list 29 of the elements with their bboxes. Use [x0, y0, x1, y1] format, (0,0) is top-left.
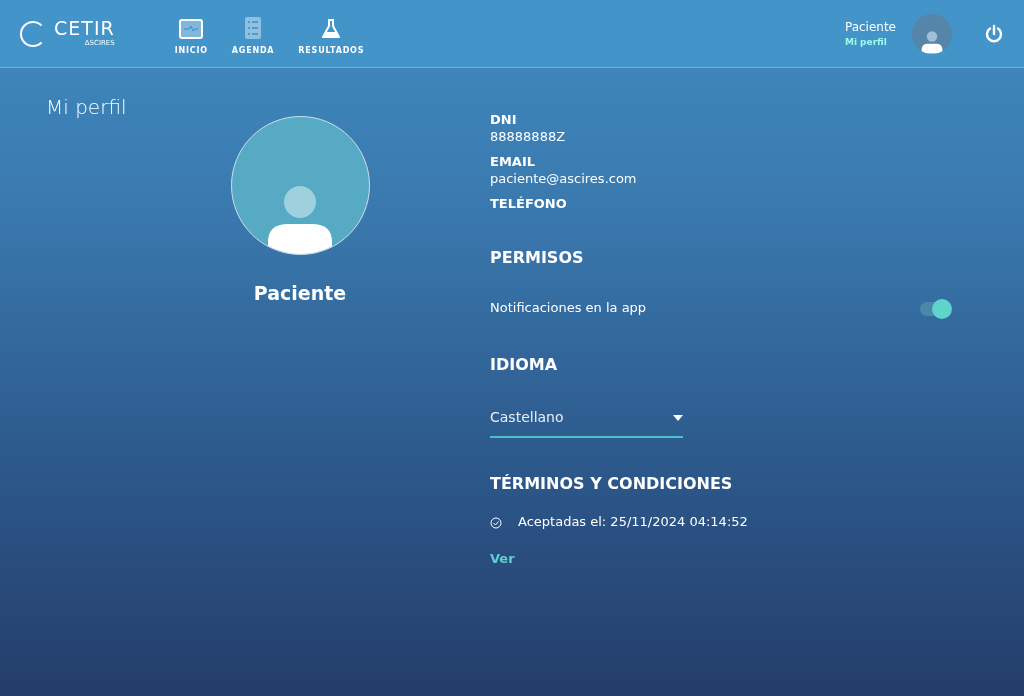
logo-name: CETIR	[54, 18, 115, 38]
field-value: paciente@ascires.com	[490, 170, 638, 188]
section-title: PERMISOS	[490, 247, 585, 270]
acceptance-text: Aceptadas el: 25/11/2024 04:14:52	[518, 514, 748, 532]
toggle-switch[interactable]	[920, 301, 950, 316]
flask-icon	[322, 18, 341, 39]
section-title: IDIOMA	[490, 354, 559, 377]
nav-item[interactable]: AGENDA	[231, 16, 275, 57]
section-title: TÉRMINOS Y CONDICIONES	[490, 473, 734, 496]
field-label: EMAIL	[490, 153, 536, 171]
view-link[interactable]: Ver	[490, 549, 515, 569]
field-value: 88888888Z	[490, 128, 567, 146]
monitor-icon	[179, 18, 204, 39]
page-title: Mi perfil	[45, 94, 128, 121]
checklist-icon	[245, 16, 262, 39]
check-circle-icon	[490, 516, 502, 529]
profile-link[interactable]: Mi perfil	[844, 35, 896, 50]
language-dropdown[interactable]: Castellano	[490, 401, 683, 439]
field-label: DNI	[490, 112, 518, 129]
permission-label: Notificaciones en la app	[490, 300, 647, 318]
person-icon	[919, 30, 945, 54]
nav-item[interactable]: INICIO	[174, 18, 208, 57]
caret-icon	[673, 415, 683, 422]
user-name: Paciente	[844, 18, 896, 36]
power-button[interactable]	[984, 23, 1004, 44]
nav-item[interactable]: RESULTADOS	[298, 18, 365, 57]
user-avatar[interactable]	[912, 13, 952, 54]
field-label: TELÉFONO	[490, 195, 568, 213]
profile-name: Paciente	[253, 281, 347, 306]
